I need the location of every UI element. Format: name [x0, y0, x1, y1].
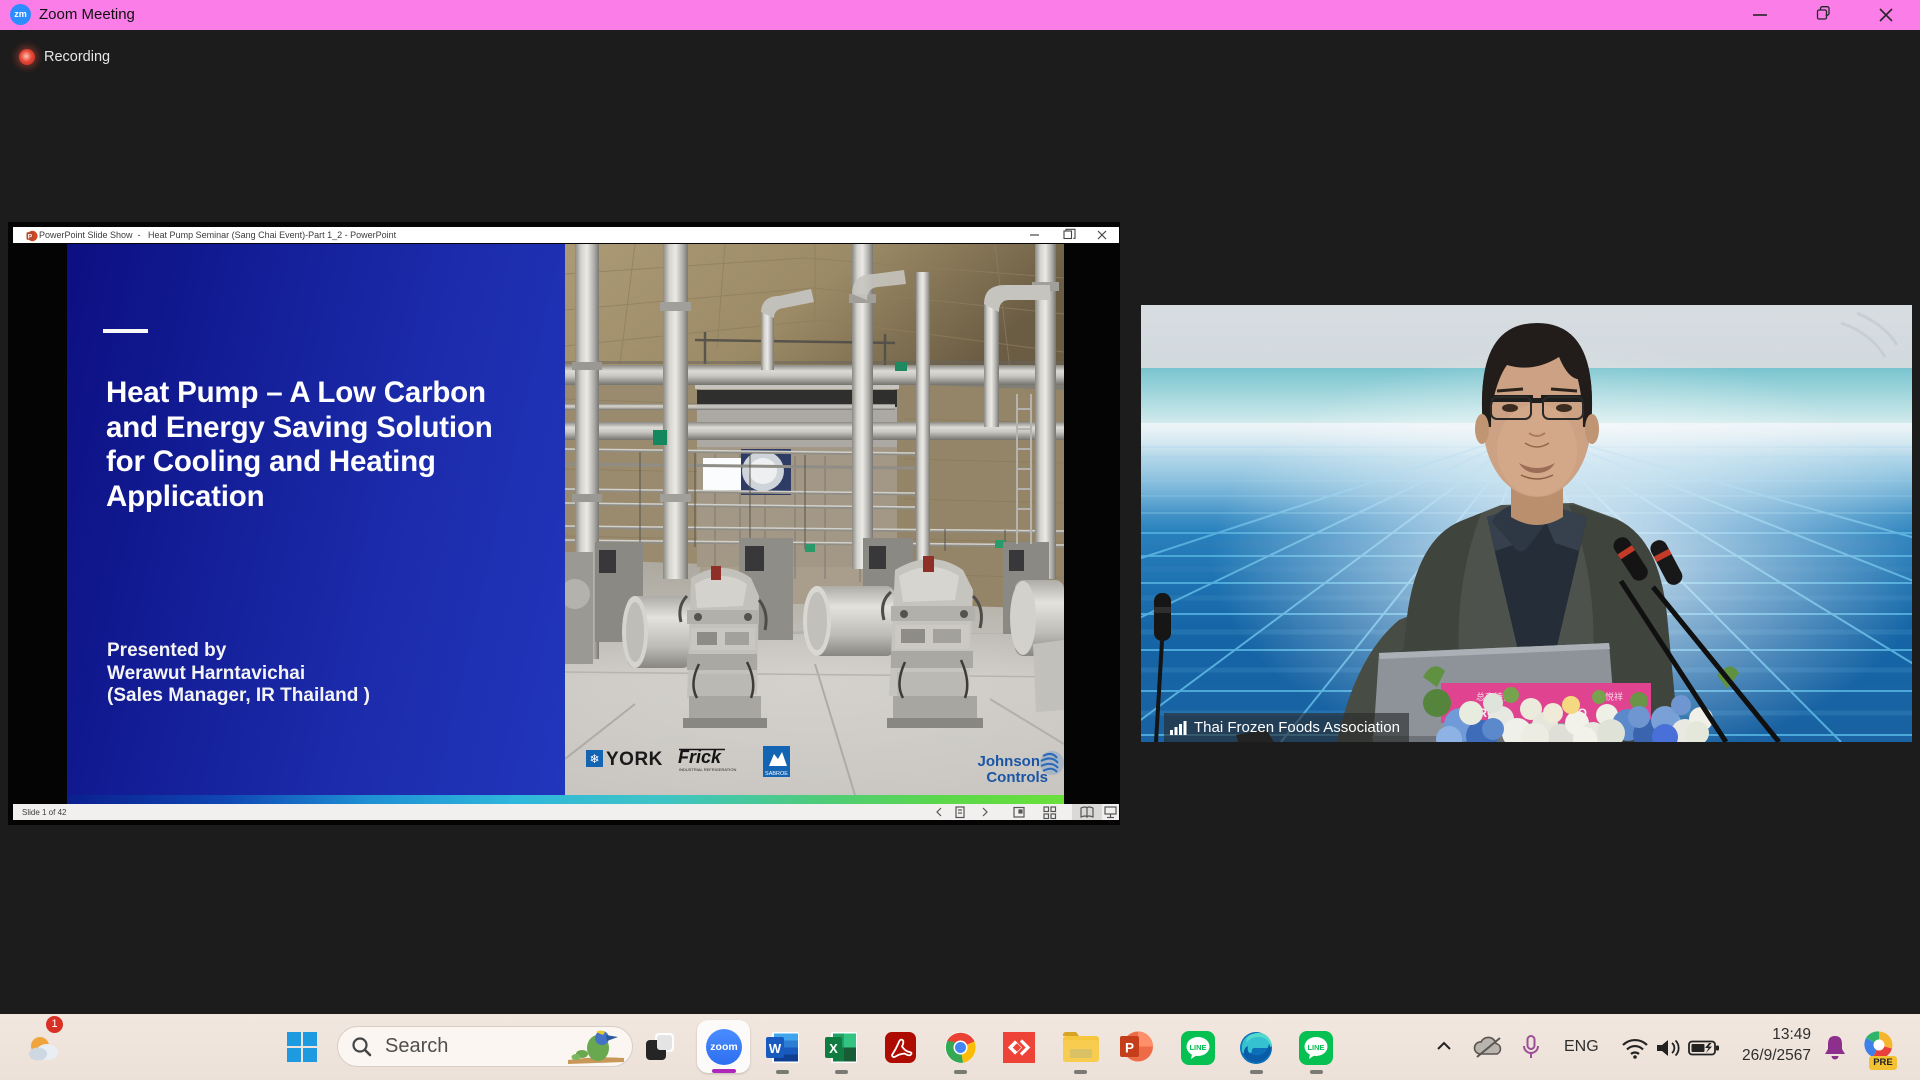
svg-text:LINE: LINE [1307, 1043, 1324, 1052]
svg-text:P: P [28, 233, 33, 240]
svg-text:W: W [769, 1041, 782, 1056]
svg-text:P: P [1125, 1041, 1134, 1056]
svg-text:X: X [829, 1041, 838, 1056]
svg-text:Johnson: Johnson [978, 753, 1041, 770]
svg-text:❄: ❄ [589, 752, 599, 766]
svg-text:LINE: LINE [1189, 1043, 1206, 1052]
svg-text:INDUSTRIAL REFRIGERATION: INDUSTRIAL REFRIGERATION [679, 767, 736, 772]
svg-text:SABROE: SABROE [765, 771, 788, 777]
svg-text:Controls: Controls [986, 769, 1048, 786]
svg-text:YORK: YORK [606, 749, 663, 770]
